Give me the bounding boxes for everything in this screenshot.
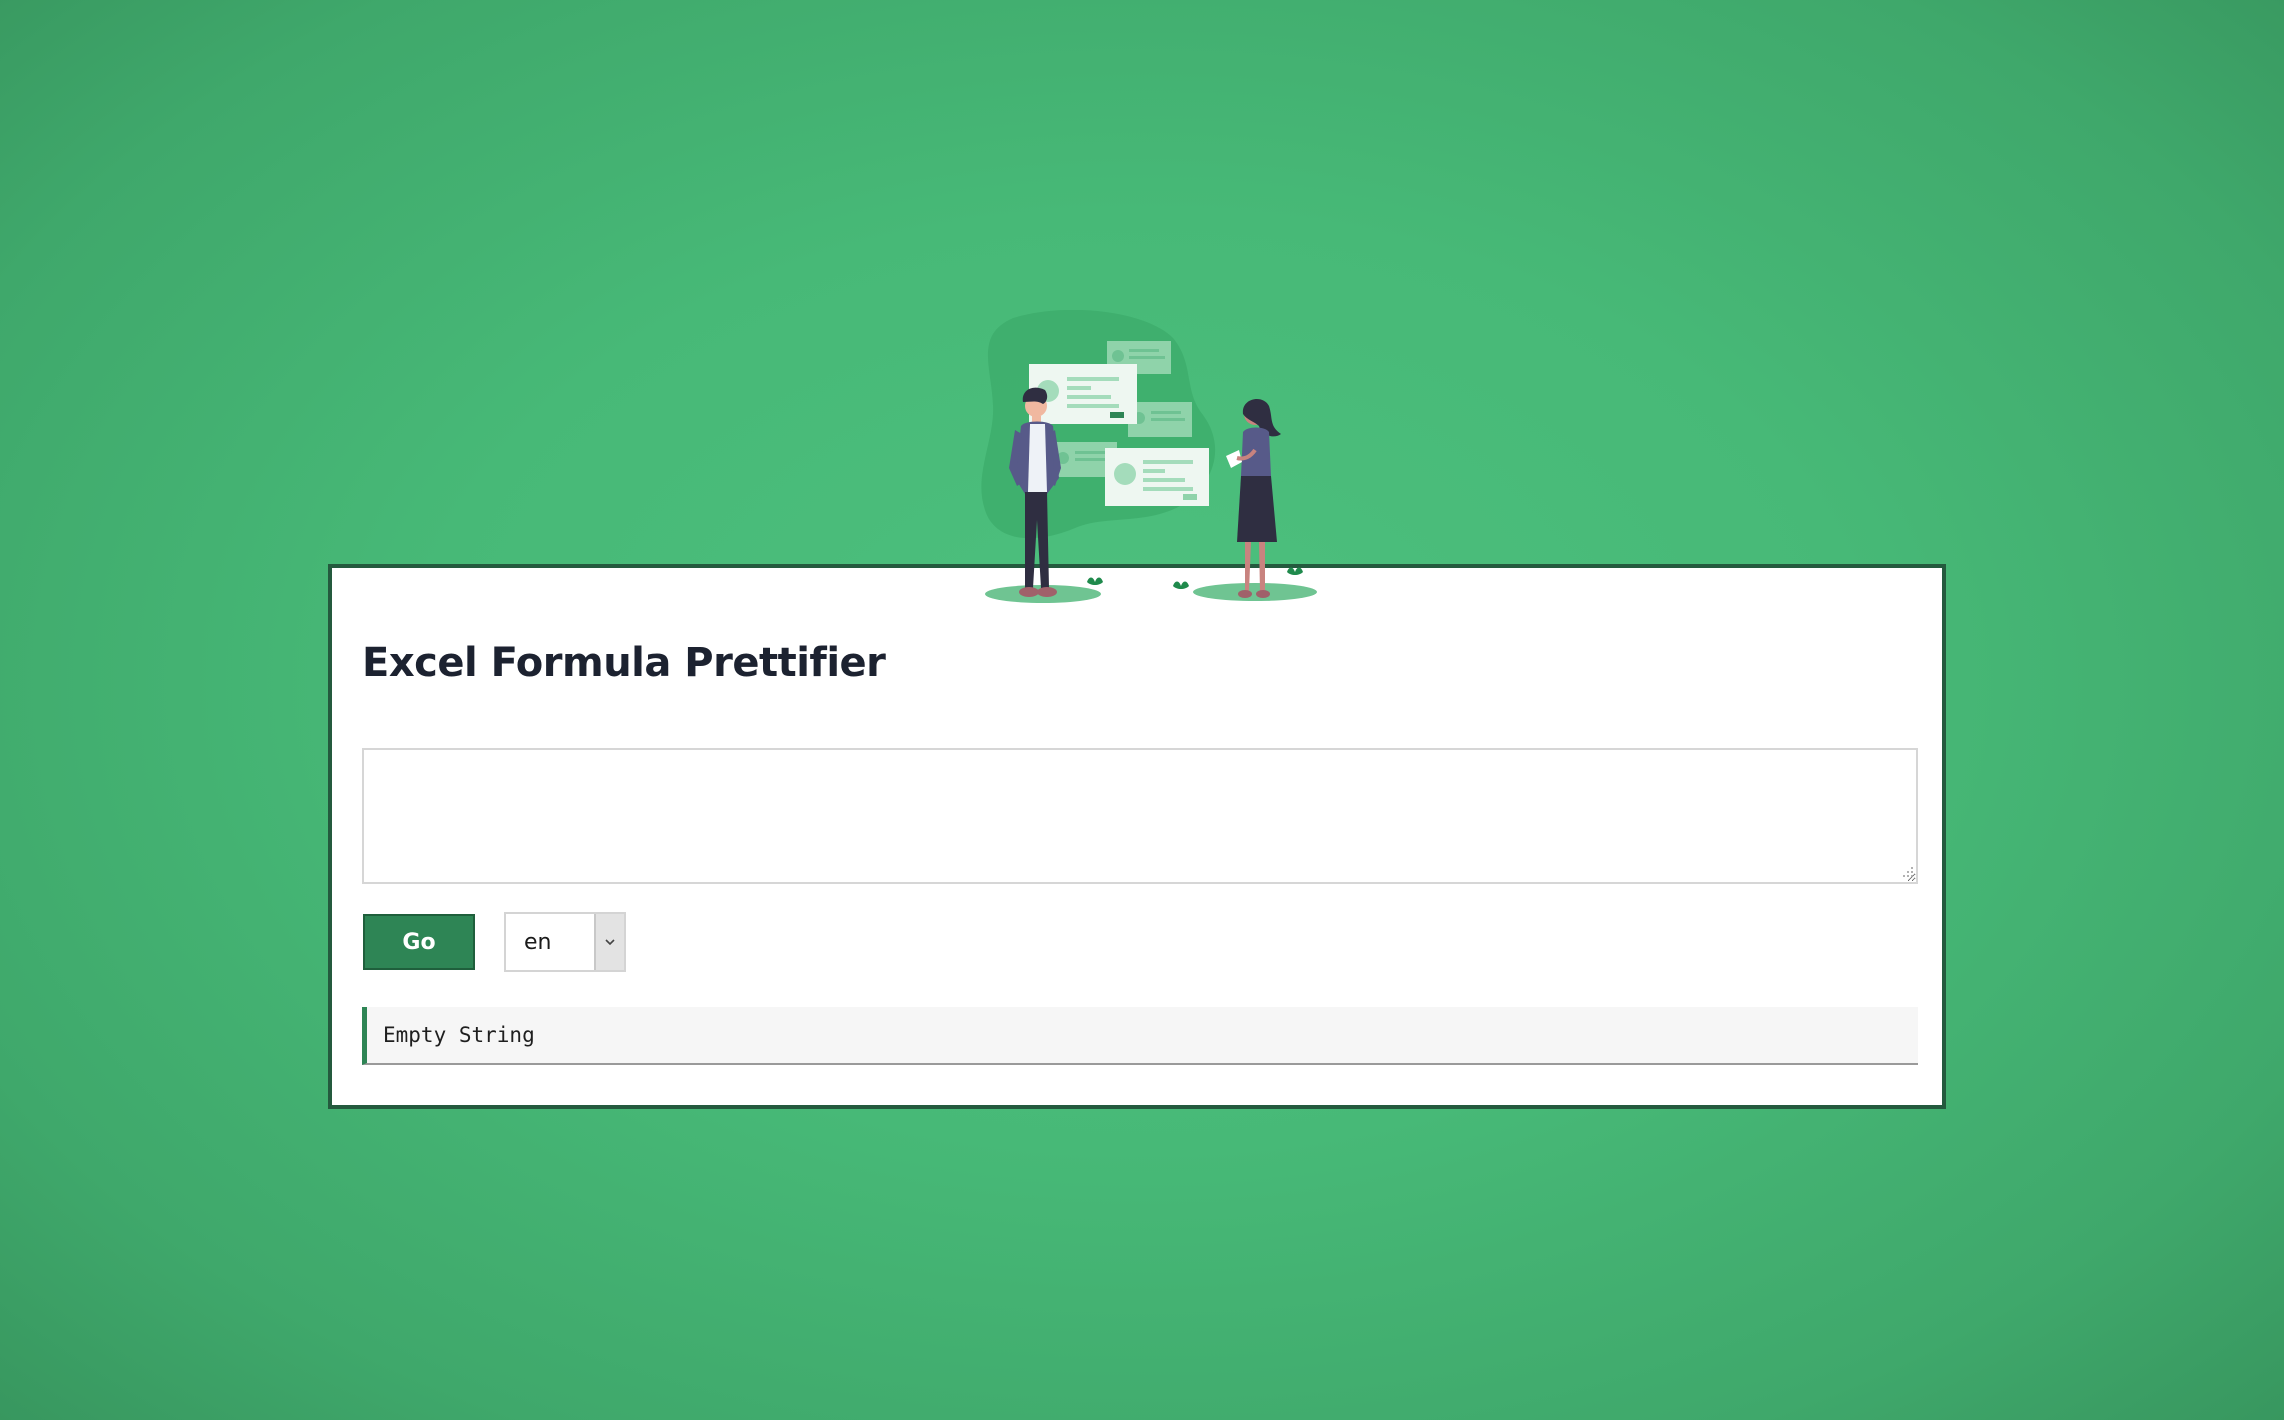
dropdown-toggle[interactable]: [594, 914, 624, 970]
language-select[interactable]: en: [504, 912, 626, 972]
page-title: Excel Formula Prettifier: [362, 640, 886, 686]
go-button[interactable]: Go: [363, 914, 475, 970]
illustration-people-icon: [981, 309, 1317, 603]
resize-grip-icon[interactable]: [1902, 866, 1914, 878]
hero-illustration: [955, 309, 1321, 610]
formula-input[interactable]: [362, 748, 1918, 884]
chevron-down-icon: [605, 939, 615, 946]
prettifier-card: Excel Formula Prettifier Go en Empty Str…: [328, 564, 1946, 1109]
output-panel: Empty String: [362, 1007, 1918, 1065]
language-selected-value: en: [524, 930, 552, 955]
output-text: Empty String: [383, 1023, 535, 1047]
